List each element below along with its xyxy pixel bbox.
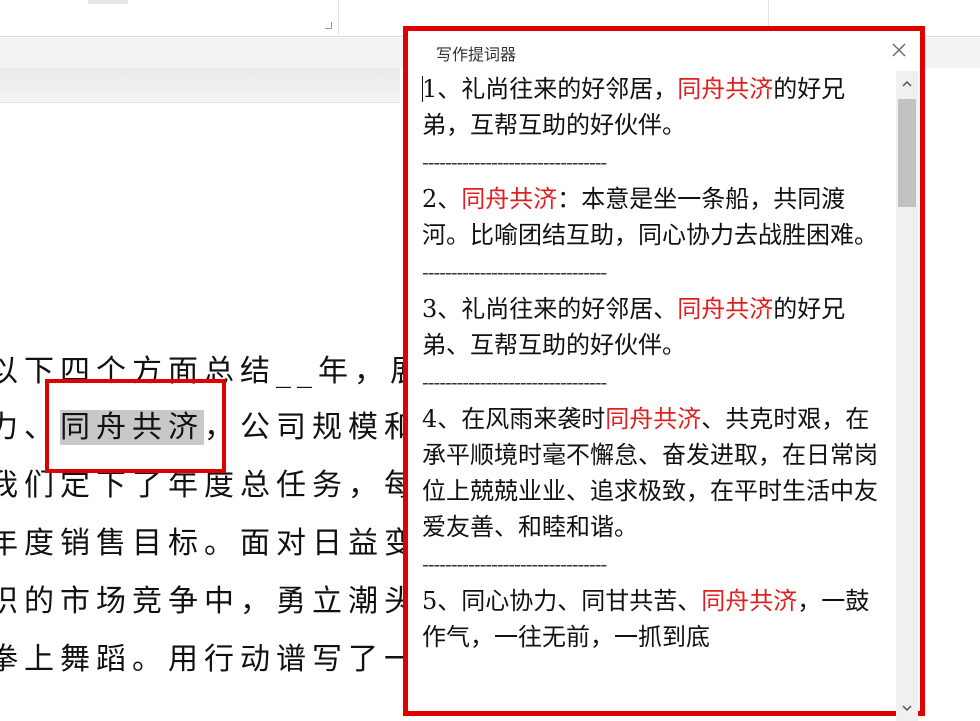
ribbon-button-stub[interactable]: [88, 0, 128, 4]
ribbon-divider: [338, 0, 339, 34]
separator: --------------------------------: [422, 150, 607, 174]
suggestion-item[interactable]: 2、同舟共济：本意是坐一条船，共同渡河。比喻团结互助，同心协力去战胜困难。: [422, 181, 892, 253]
writing-prompter-panel: 写作提词器 1、礼尚往来的好邻居，同舟共济的好兄弟，互帮互助的好伙伴。 ----…: [403, 26, 925, 721]
panel-header: 写作提词器: [408, 31, 920, 69]
vertical-scrollbar[interactable]: [896, 71, 918, 721]
scrollbar-thumb[interactable]: [898, 99, 916, 207]
doc-line-text: 我们定下了年度总任务，每: [0, 468, 420, 503]
suggestion-item[interactable]: 1、礼尚往来的好邻居，同舟共济的好兄弟，互帮互助的好伙伴。: [422, 71, 892, 143]
doc-line-text: 织的市场竞争中，勇立潮头，: [0, 584, 456, 619]
separator: --------------------------------: [422, 260, 607, 284]
suggestion-text: 4、在风雨来袭时: [422, 405, 606, 433]
doc-line-text: 年度销售目标。面对日益变化: [0, 526, 456, 561]
suggestion-text: 5、同心协力、同甘共苦、: [422, 587, 702, 615]
doc-line: 年度销售目标。面对日益变化: [0, 524, 456, 564]
suggestion-keyword: 同舟共济: [677, 295, 774, 323]
suggestion-keyword: 同舟共济: [701, 587, 798, 615]
suggestion-keyword: 同舟共济: [461, 185, 558, 213]
selection-highlight-box: [45, 379, 226, 473]
suggestion-keyword: 同舟共济: [605, 405, 702, 433]
horizontal-ruler: [0, 68, 400, 103]
suggestion-item[interactable]: 3、礼尚往来的好邻居、同舟共济的好兄弟、互帮互助的好伙伴。: [422, 291, 892, 363]
separator: --------------------------------: [422, 370, 607, 394]
ribbon-group-launcher-icon[interactable]: [325, 22, 332, 29]
doc-line: 拳上舞蹈。用行动谱写了一: [0, 640, 420, 680]
chevron-up-icon[interactable]: [899, 77, 915, 91]
suggestion-text: 2、: [422, 185, 462, 213]
suggestion-text: 3、礼尚往来的好邻居、: [422, 295, 678, 323]
suggestion-item[interactable]: 5、同心协力、同甘共苦、同舟共济，一鼓作气，一往无前，一抓到底: [422, 583, 892, 655]
chevron-down-icon[interactable]: [899, 701, 915, 715]
suggestion-text: 1、礼尚往来的好邻居，: [422, 75, 678, 103]
doc-line-text: 拳上舞蹈。用行动谱写了一: [0, 642, 420, 677]
suggestion-keyword: 同舟共济: [677, 75, 774, 103]
suggestion-item[interactable]: 4、在风雨来袭时同舟共济、共克时艰，在承平顺境时毫不懈怠、奋发进取，在日常岗位上…: [422, 401, 892, 545]
doc-line: 织的市场竞争中，勇立潮头，: [0, 582, 456, 622]
suggestion-list: 1、礼尚往来的好邻居，同舟共济的好兄弟，互帮互助的好伙伴。 ----------…: [422, 71, 892, 655]
close-icon[interactable]: [890, 41, 908, 59]
separator: --------------------------------: [422, 552, 607, 576]
panel-title: 写作提词器: [436, 45, 517, 64]
